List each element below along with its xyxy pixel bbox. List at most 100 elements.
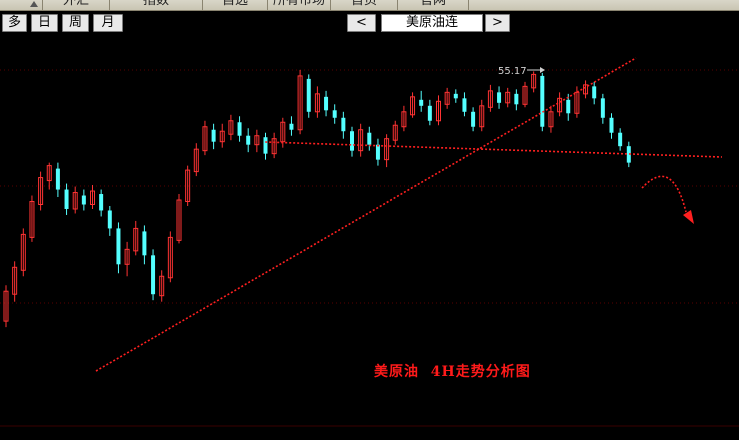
symbol-name: 美原油连	[381, 14, 483, 32]
candle	[90, 185, 95, 209]
candle	[185, 165, 191, 206]
candle	[29, 195, 35, 242]
candle-body	[419, 99, 424, 106]
candle	[531, 71, 537, 93]
trendline-resistance	[265, 141, 723, 158]
annotation-layer	[527, 67, 694, 224]
candle	[289, 116, 294, 136]
tab-index[interactable]: 指数	[110, 0, 203, 10]
candle	[479, 99, 485, 132]
candle-body	[592, 86, 597, 99]
candle	[471, 107, 476, 132]
candle-body	[471, 111, 476, 127]
tab-home[interactable]: 首页	[331, 0, 398, 10]
candle-body	[289, 123, 294, 130]
candle-body	[237, 122, 242, 136]
candle	[583, 80, 589, 99]
candle	[367, 126, 372, 151]
period-multi-button[interactable]: 多	[2, 14, 27, 32]
tab-official-site[interactable]: 官网	[398, 0, 469, 10]
candle	[228, 114, 234, 141]
candle-body	[609, 117, 614, 133]
candle-body	[350, 131, 354, 151]
candle	[55, 162, 60, 198]
candle-body	[55, 168, 60, 190]
candle	[12, 261, 18, 302]
candle	[46, 162, 52, 190]
candle	[167, 231, 173, 283]
peak-pointer-arrowhead	[540, 67, 545, 73]
candle-body	[116, 228, 121, 265]
period-day-button[interactable]: 日	[31, 14, 58, 32]
candle-body	[151, 255, 156, 295]
prev-symbol-button[interactable]: <	[347, 14, 376, 32]
candle-series	[3, 69, 631, 328]
candle-body	[497, 92, 502, 103]
candle	[609, 113, 614, 139]
candle	[99, 189, 104, 217]
candle-body	[600, 98, 605, 118]
tab-forex[interactable]: 外汇	[43, 0, 110, 10]
candle	[64, 183, 69, 215]
candle-body	[81, 195, 86, 205]
candle-body	[453, 93, 458, 99]
candle	[237, 116, 242, 142]
candle-body	[566, 99, 571, 114]
candle-body	[99, 194, 104, 211]
candle	[540, 72, 545, 132]
candle-body	[462, 98, 467, 112]
candle	[306, 74, 311, 118]
candle	[392, 120, 398, 145]
chart-caption: 美原油 4H走势分析图	[374, 364, 531, 380]
candle	[600, 93, 605, 124]
candle	[124, 241, 130, 277]
projection-path	[641, 175, 687, 213]
candle	[211, 123, 216, 150]
candle	[375, 138, 380, 166]
candle	[410, 92, 416, 118]
candle-body	[324, 96, 329, 111]
candle-body	[107, 210, 112, 229]
candle	[133, 220, 139, 256]
candle	[246, 128, 251, 153]
candle-body	[341, 117, 346, 132]
candle	[419, 90, 424, 112]
candle	[350, 126, 354, 157]
candle-body	[618, 132, 623, 147]
candle	[384, 134, 390, 168]
candle	[81, 189, 86, 211]
candle	[116, 222, 121, 274]
peak-price-label: 55.17	[498, 66, 527, 77]
next-symbol-button[interactable]: >	[485, 14, 510, 32]
candle	[332, 104, 337, 124]
candle	[548, 105, 554, 133]
candle	[522, 81, 528, 108]
candle	[176, 194, 182, 244]
candle-body	[246, 135, 251, 145]
trendline-layer	[95, 57, 723, 372]
candlestick-chart-svg	[0, 57, 739, 427]
top-nav-tabs: 外汇 指数 自选 所有市场 首页 官网	[0, 0, 739, 11]
candle	[341, 111, 346, 139]
scroll-up-arrow[interactable]	[0, 0, 43, 10]
price-chart[interactable]	[0, 36, 739, 436]
candle-body	[64, 189, 69, 209]
candle	[462, 92, 467, 117]
tab-all-markets[interactable]: 所有市场	[268, 0, 331, 10]
candle-body	[332, 110, 337, 118]
candle	[72, 186, 78, 214]
candle	[271, 132, 277, 159]
candle	[436, 95, 441, 126]
candle	[159, 270, 165, 302]
candle-body	[306, 78, 311, 112]
candle	[20, 228, 26, 277]
candle	[151, 249, 156, 301]
period-week-button[interactable]: 周	[62, 14, 89, 32]
candle-body	[540, 75, 545, 127]
candle	[358, 123, 364, 157]
candle	[314, 86, 320, 118]
candle-body	[514, 93, 519, 105]
period-month-button[interactable]: 月	[93, 14, 123, 32]
tab-watchlist[interactable]: 自选	[203, 0, 268, 10]
candle	[592, 81, 597, 105]
